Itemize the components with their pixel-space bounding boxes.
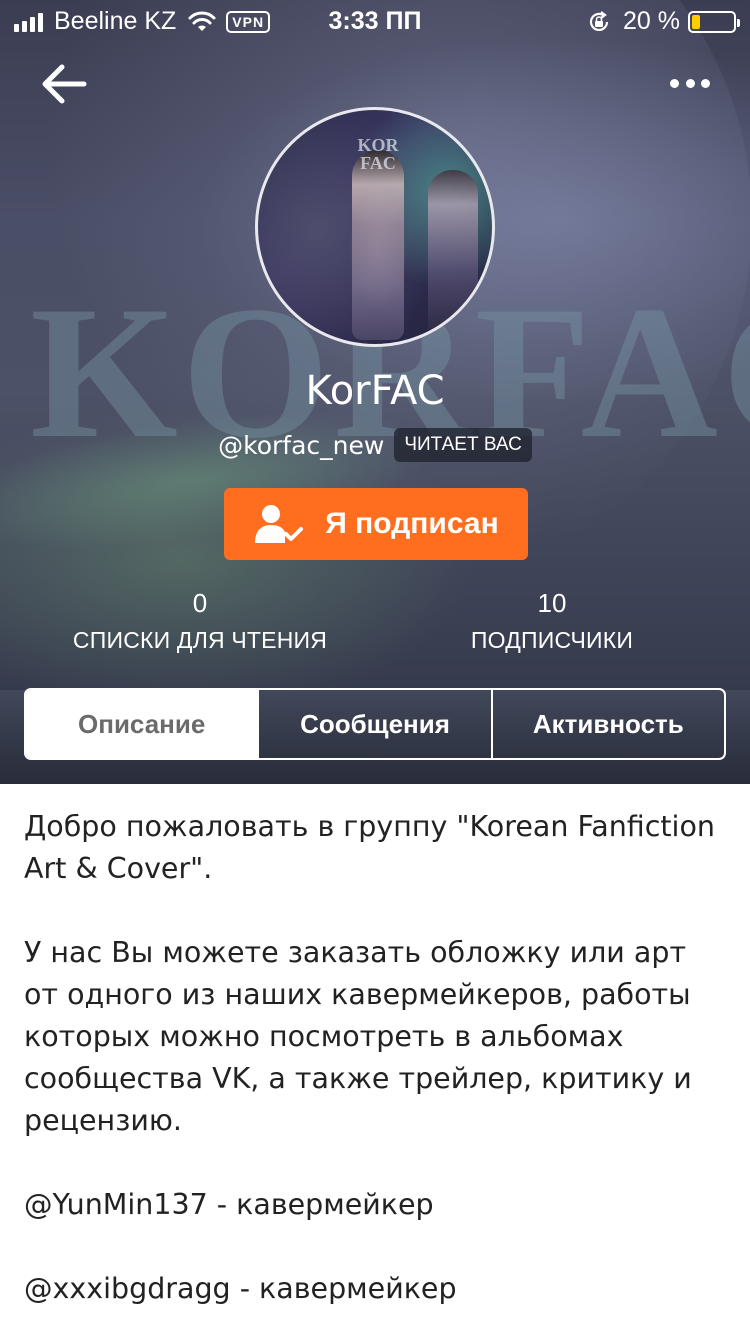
profile-handle-row: @korfac_new ЧИТАЕТ ВАС bbox=[0, 428, 750, 462]
stat-followers-label: ПОДПИСЧИКИ bbox=[470, 627, 634, 653]
tab-description[interactable]: Описание bbox=[26, 690, 258, 758]
profile-header: KORFAC Beeline KZ VPN 3:33 ПП 20 % bbox=[0, 0, 750, 784]
stat-reading-lists[interactable]: 0 СПИСКИ ДЛЯ ЧТЕНИЯ bbox=[50, 588, 350, 654]
stat-followers[interactable]: 10 ПОДПИСЧИКИ bbox=[432, 588, 672, 654]
rotation-lock-icon bbox=[589, 10, 609, 31]
battery-percent: 20 % bbox=[623, 7, 680, 35]
profile-tabs: Описание Сообщения Активность bbox=[24, 688, 726, 760]
avatar-logo-text: KOR FAC bbox=[357, 135, 399, 173]
profile-description: Добро пожаловать в группу "Korean Fanfic… bbox=[24, 806, 724, 1310]
profile-username: @korfac_new bbox=[218, 430, 385, 460]
battery-level-fill bbox=[692, 14, 700, 29]
description-paragraph: У нас Вы можете заказать обложку или арт… bbox=[24, 936, 692, 1137]
stat-reading-lists-label: СПИСКИ ДЛЯ ЧТЕНИЯ bbox=[72, 627, 328, 653]
following-button[interactable]: Я подписан bbox=[224, 488, 528, 560]
user-check-icon bbox=[255, 505, 304, 543]
tab-activity[interactable]: Активность bbox=[490, 690, 724, 758]
follows-you-badge: ЧИТАЕТ ВАС bbox=[394, 428, 532, 462]
battery-icon bbox=[688, 10, 740, 33]
status-bar: Beeline KZ VPN 3:33 ПП 20 % bbox=[0, 0, 750, 42]
stat-followers-value: 10 bbox=[537, 588, 567, 618]
tab-messages[interactable]: Сообщения bbox=[257, 690, 490, 758]
avatar[interactable]: KOR FAC bbox=[255, 107, 495, 347]
following-button-label: Я подписан bbox=[325, 507, 499, 540]
description-paragraph: @xxxibgdragg - кавермейкер bbox=[24, 1272, 457, 1305]
stat-reading-lists-value: 0 bbox=[192, 588, 208, 618]
back-arrow-icon[interactable] bbox=[38, 60, 90, 108]
profile-display-name: KorFAC bbox=[305, 368, 445, 414]
more-options-icon[interactable] bbox=[670, 70, 710, 96]
description-paragraph: Добро пожаловать в группу "Korean Fanfic… bbox=[24, 810, 715, 885]
description-paragraph: @YunMin137 - кавермейкер bbox=[24, 1188, 434, 1221]
